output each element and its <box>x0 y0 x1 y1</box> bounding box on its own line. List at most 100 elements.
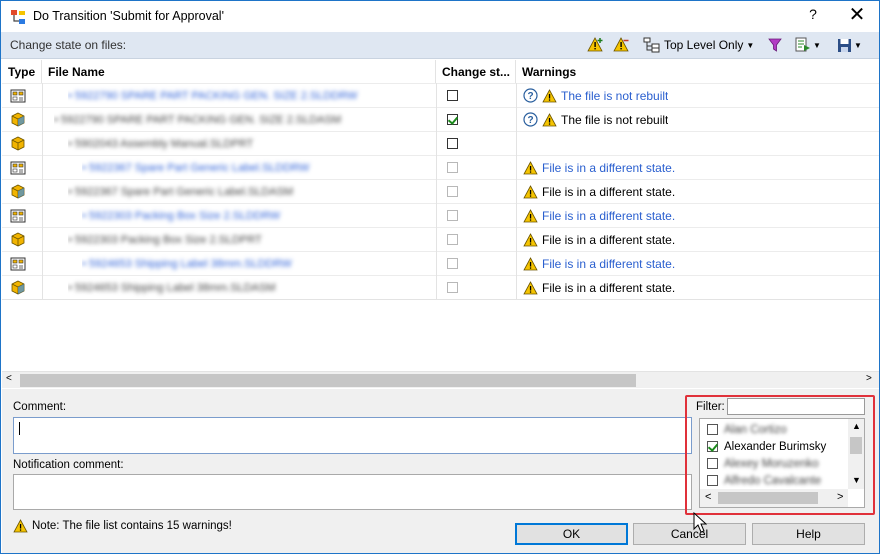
file-row[interactable]: • 5922367 Spare Part Generic Label.SLDAS… <box>2 179 879 203</box>
chevron-down-icon: ▼ <box>746 40 755 50</box>
file-row[interactable]: • 5922790 SPARE PART PACKING GEN. SIZE 2… <box>2 83 879 107</box>
file-name[interactable]: • 5922367 Spare Part Generic Label.SLDDR… <box>82 156 434 179</box>
file-row[interactable]: • 5902043 Assembly Manual.SLDPRT <box>2 131 879 155</box>
warning-icon <box>542 88 557 103</box>
file-name-text: • 5922303 Packing Box Size 2.SLDPRT <box>68 233 262 246</box>
warning-text[interactable]: The file is not rebuilt <box>561 89 668 103</box>
tree-view-icon <box>643 37 660 53</box>
comment-label: Comment: <box>13 401 67 413</box>
export-icon[interactable]: ▼ <box>795 36 821 54</box>
change-state-checkbox[interactable] <box>447 90 458 101</box>
notification-comment-label: Notification comment: <box>13 459 124 471</box>
warning-icon <box>542 112 557 127</box>
warning-text: File is in a different state. <box>542 280 676 295</box>
scroll-right-icon[interactable]: > <box>866 373 872 384</box>
file-row[interactable]: • 5924653 Shipping Label 38mm.SLDDRW File… <box>2 251 879 275</box>
file-name[interactable]: • 5922790 SPARE PART PACKING GEN. SIZE 2… <box>68 84 434 107</box>
filter-icon[interactable] <box>768 36 782 54</box>
column-divider <box>42 83 43 299</box>
close-icon[interactable]: ✕ <box>843 4 871 28</box>
notification-comment-field[interactable] <box>13 474 692 510</box>
warning-note-text: Note: The file list contains 15 warnings… <box>32 520 232 532</box>
change-state-checkbox <box>447 210 458 221</box>
warning-cell: File is in a different state. <box>523 228 675 251</box>
row-divider <box>2 299 879 300</box>
warning-icon <box>523 184 538 199</box>
comment-field[interactable] <box>13 417 692 454</box>
column-header-file-name[interactable]: File Name <box>42 60 436 83</box>
file-name[interactable]: • 5922303 Packing Box Size 2.SLDPRT <box>68 228 434 251</box>
drawing-file-icon <box>10 252 26 275</box>
column-header-change-state[interactable]: Change st... <box>436 60 516 83</box>
change-state-checkbox <box>447 234 458 245</box>
file-name-text: • 5922367 Spare Part Generic Label.SLDAS… <box>68 185 294 198</box>
warning-cell: File is in a different state. <box>523 252 675 275</box>
question-help-icon[interactable]: ? <box>523 88 538 103</box>
highlight-annotation <box>685 395 875 515</box>
scrollbar-thumb[interactable] <box>20 374 636 387</box>
warning-add-icon[interactable] <box>587 36 605 54</box>
svg-text:?: ? <box>527 115 533 126</box>
file-name[interactable]: • 5924653 Shipping Label 38mm.SLDDRW <box>82 252 434 275</box>
file-name[interactable]: • 5922790 SPARE PART PACKING GEN. SIZE 2… <box>54 108 434 131</box>
warning-cell: File is in a different state. <box>523 156 675 179</box>
warning-cell: File is in a different state. <box>523 204 675 227</box>
assembly-file-icon <box>10 180 26 203</box>
drawing-file-icon <box>10 204 26 227</box>
text-caret <box>19 422 20 435</box>
ok-button[interactable]: OK <box>515 523 628 545</box>
warning-note: Note: The file list contains 15 warnings… <box>13 519 232 533</box>
column-header-warnings[interactable]: Warnings <box>516 60 879 83</box>
file-row[interactable]: • 5922303 Packing Box Size 2.SLDDRW File … <box>2 203 879 227</box>
help-icon[interactable]: ? <box>804 6 822 26</box>
window-title: Do Transition 'Submit for Approval' <box>33 9 224 23</box>
mouse-cursor-icon <box>693 512 707 533</box>
file-name[interactable]: • 5924653 Shipping Label 38mm.SLDASM <box>68 276 434 299</box>
warning-text[interactable]: File is in a different state. <box>542 257 675 271</box>
warning-cell: ? The file is not rebuilt <box>523 108 668 131</box>
file-name-text: • 5922790 SPARE PART PACKING GEN. SIZE 2… <box>54 113 342 126</box>
warning-icon <box>523 208 538 223</box>
drawing-file-icon <box>10 84 26 107</box>
assembly-file-icon <box>10 108 26 131</box>
file-name-text: • 5922367 Spare Part Generic Label.SLDDR… <box>82 161 310 174</box>
scroll-left-icon[interactable]: < <box>6 373 12 384</box>
change-state-checkbox[interactable] <box>447 138 458 149</box>
warning-text: File is in a different state. <box>542 232 676 247</box>
warning-text[interactable]: File is in a different state. <box>542 209 675 223</box>
warning-icon <box>523 232 538 247</box>
file-name[interactable]: • 5902043 Assembly Manual.SLDPRT <box>68 132 434 155</box>
help-button[interactable]: Help <box>752 523 865 545</box>
horizontal-scrollbar[interactable]: < > <box>2 371 879 388</box>
assembly-file-icon <box>10 276 26 299</box>
warning-cell: ? The file is not rebuilt <box>523 84 668 107</box>
file-row[interactable]: • 5924653 Shipping Label 38mm.SLDASM File… <box>2 275 879 299</box>
file-row[interactable]: • 5922303 Packing Box Size 2.SLDPRT File … <box>2 227 879 251</box>
warning-text[interactable]: File is in a different state. <box>542 161 675 175</box>
warning-cell: File is in a different state. <box>523 180 675 203</box>
file-name[interactable]: • 5922367 Spare Part Generic Label.SLDAS… <box>68 180 434 203</box>
question-help-icon[interactable]: ? <box>523 112 538 127</box>
warning-icon <box>523 256 538 271</box>
save-icon[interactable]: ▼ <box>837 36 862 54</box>
drawing-file-icon <box>10 156 26 179</box>
file-row[interactable]: • 5922790 SPARE PART PACKING GEN. SIZE 2… <box>2 107 879 131</box>
file-name[interactable]: • 5922303 Packing Box Size 2.SLDDRW <box>82 204 434 227</box>
file-name-text: • 5924653 Shipping Label 38mm.SLDASM <box>68 281 276 294</box>
column-header-type[interactable]: Type <box>2 60 42 83</box>
file-row[interactable]: • 5922367 Spare Part Generic Label.SLDDR… <box>2 155 879 179</box>
warning-icon <box>523 160 538 175</box>
svg-text:?: ? <box>527 91 533 102</box>
file-name-text: • 5924653 Shipping Label 38mm.SLDDRW <box>82 257 292 270</box>
toolbar: Change state on files: Top Level Only ▼ … <box>1 32 879 59</box>
warning-cell: File is in a different state. <box>523 276 675 299</box>
warning-icon <box>13 519 28 533</box>
cancel-button[interactable]: Cancel <box>633 523 746 545</box>
warning-icon <box>523 280 538 295</box>
change-state-checkbox <box>447 186 458 197</box>
level-dropdown[interactable]: Top Level Only ▼ <box>643 36 754 54</box>
change-state-checkbox <box>447 282 458 293</box>
column-divider <box>516 83 517 299</box>
change-state-checkbox[interactable] <box>447 114 458 125</box>
warning-remove-icon[interactable] <box>613 36 631 54</box>
